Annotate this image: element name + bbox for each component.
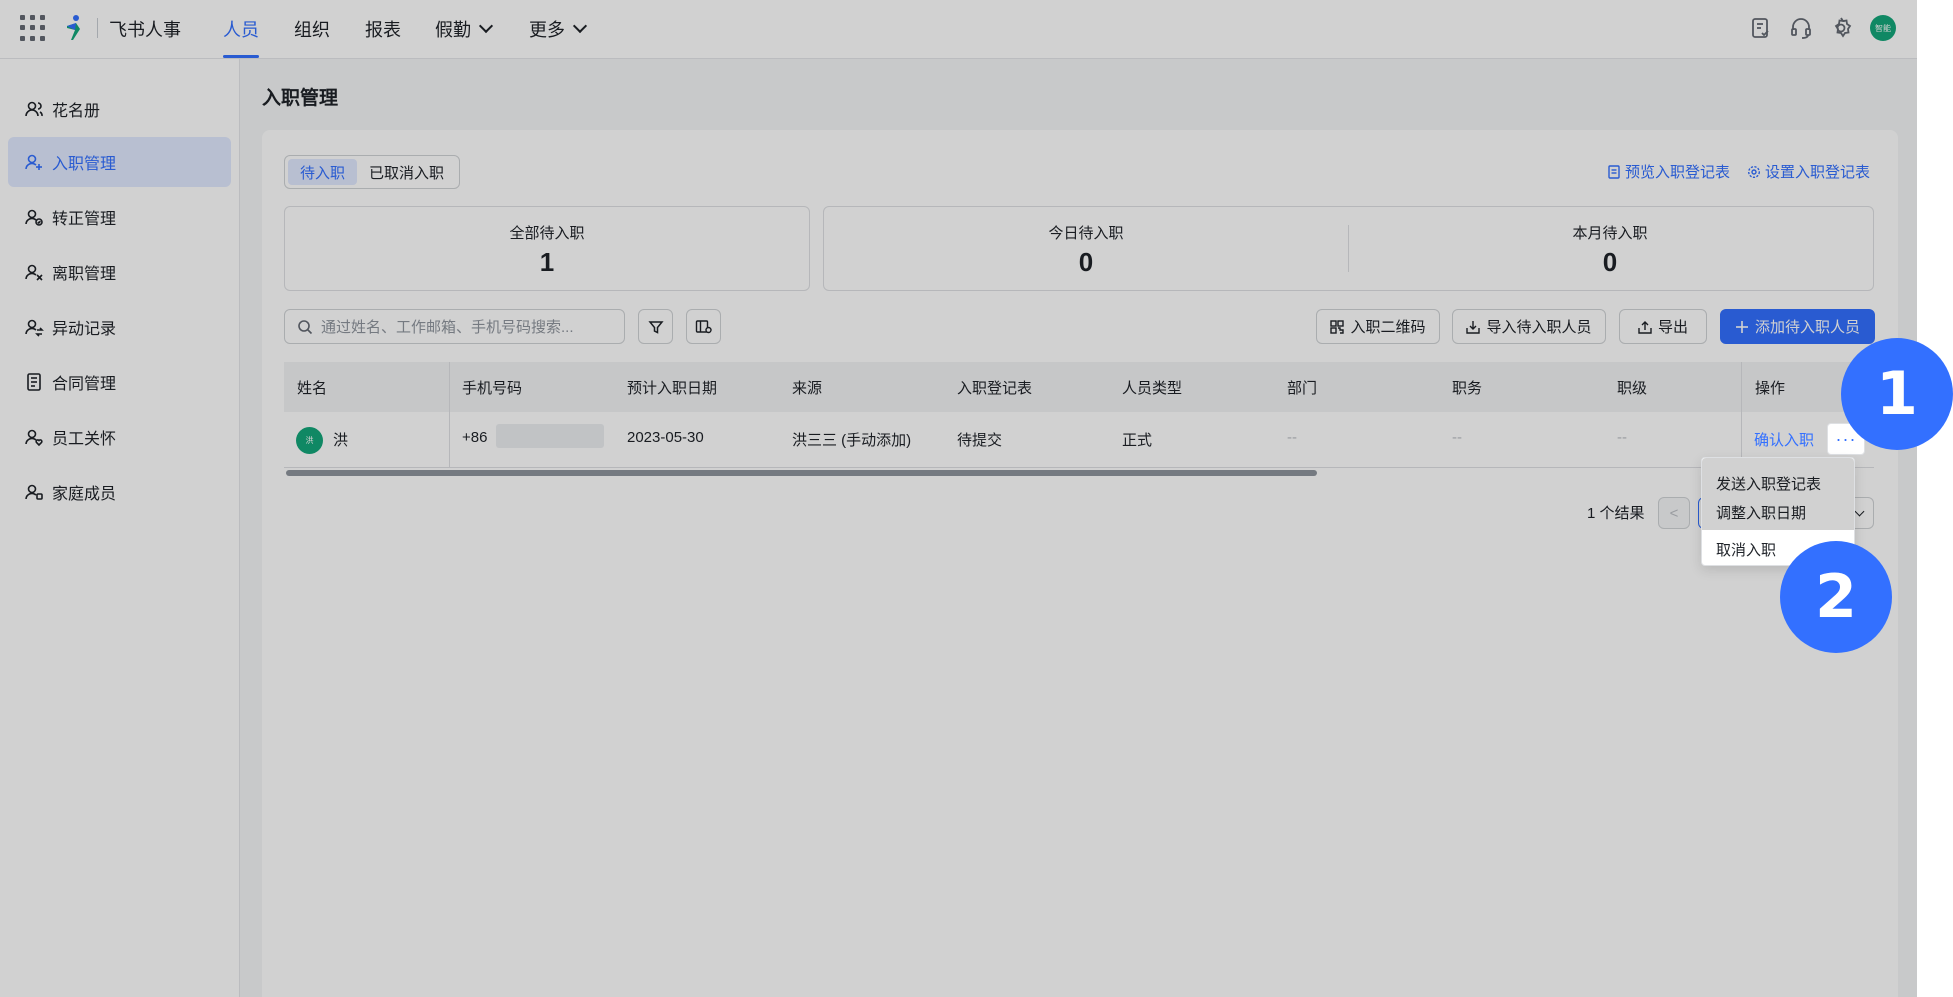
menu-item-cancel-onboarding[interactable]: 取消入职 <box>1716 539 1776 560</box>
menu-dim <box>1702 458 1854 530</box>
confirm-onboarding-link[interactable]: 确认入职 <box>1754 429 1814 450</box>
step-badge-2: 2 <box>1780 541 1892 653</box>
app-window: 飞书人事 人员 组织 报表 假勤 更多 智能 花名册 入职管理 转正管理 离职管… <box>0 0 1917 997</box>
dim-overlay <box>0 0 1917 997</box>
step-badge-1: 1 <box>1841 338 1953 450</box>
